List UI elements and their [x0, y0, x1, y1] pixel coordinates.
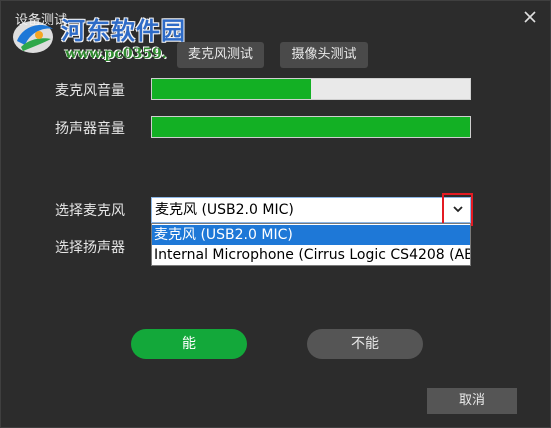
mic-option[interactable]: 麦克风 (USB2.0 MIC) — [152, 225, 470, 245]
cancel-button[interactable]: 取消 — [427, 388, 517, 414]
select-mic-label: 选择麦克风 — [55, 203, 125, 219]
tab-mic-test[interactable]: 麦克风测试 — [177, 42, 264, 68]
mic-select-dropdown-button[interactable] — [442, 193, 473, 226]
speaker-volume-meter — [151, 116, 471, 138]
mic-volume-meter — [151, 78, 471, 100]
select-speaker-label: 选择扬声器 — [55, 240, 125, 256]
mic-volume-fill — [152, 79, 311, 99]
mic-select-dropdown: 麦克风 (USB2.0 MIC) Internal Microphone (Ci… — [151, 223, 471, 266]
watermark-url: www.pc0359. — [65, 46, 167, 62]
speaker-volume-label: 扬声器音量 — [55, 121, 125, 137]
watermark-logo-icon — [13, 21, 53, 53]
mic-volume-label: 麦克风音量 — [55, 83, 125, 99]
chevron-down-icon — [453, 206, 463, 213]
yes-button[interactable]: 能 — [131, 329, 247, 359]
device-test-dialog: 设备测试 河东软件园 www.pc0359. 麦克风测试 摄像头测试 麦克风音量… — [0, 0, 551, 428]
mic-select-value: 麦克风 (USB2.0 MIC) — [155, 202, 294, 218]
mic-option[interactable]: Internal Microphone (Cirrus Logic CS4208… — [152, 245, 470, 265]
mic-select[interactable]: 麦克风 (USB2.0 MIC) — [151, 193, 473, 226]
speaker-volume-fill — [152, 117, 470, 137]
close-icon[interactable] — [522, 9, 538, 25]
tab-camera-test[interactable]: 摄像头测试 — [280, 42, 368, 68]
no-button[interactable]: 不能 — [307, 329, 423, 359]
watermark-name: 河东软件园 — [61, 16, 186, 45]
